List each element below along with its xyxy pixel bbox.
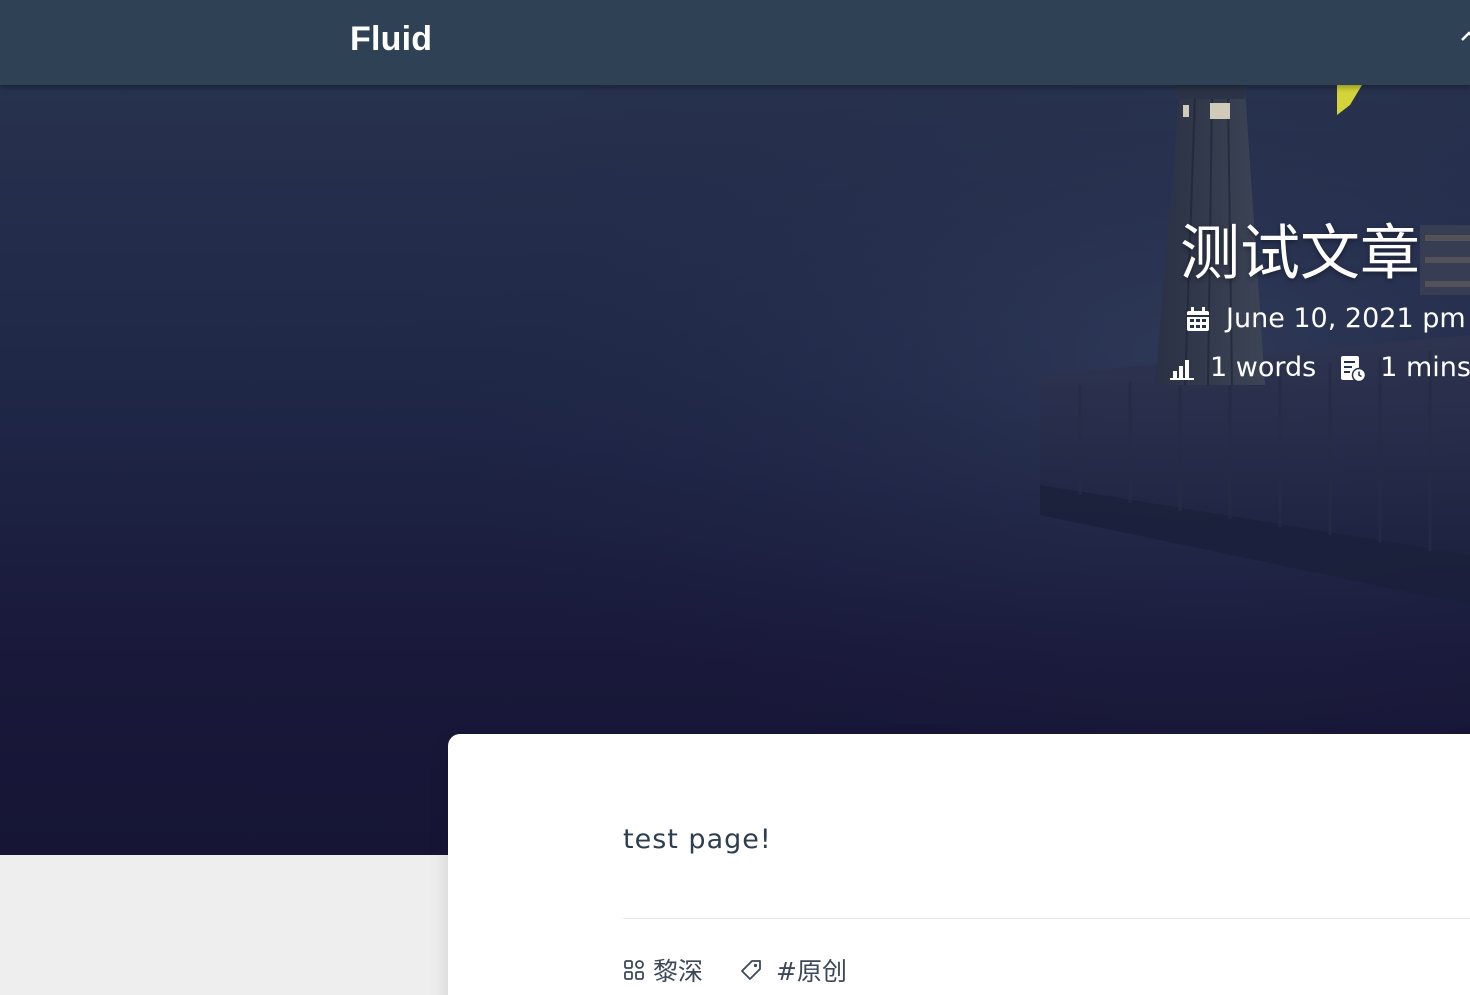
post-word-count: 1 words <box>1210 352 1317 383</box>
site-brand-link[interactable]: Fluid <box>350 20 432 59</box>
top-navbar: Fluid <box>0 0 1470 85</box>
post-category: 黎深 <box>623 952 703 988</box>
bar-chart-icon <box>1170 359 1194 380</box>
category-link[interactable]: 黎深 <box>653 952 703 988</box>
article-content: test page! <box>623 824 772 855</box>
reading-time-icon <box>1341 355 1367 382</box>
tag-icon <box>741 960 761 980</box>
post-title: 测试文章 <box>1180 219 1420 289</box>
post-read-time: 1 mins <box>1380 352 1470 383</box>
post-date-row: June 10, 2021 pm <box>1184 303 1466 334</box>
article-divider <box>623 918 1470 919</box>
page: Fluid 测试文章 June 10, 2021 pm 1 words 1 mi… <box>0 0 1470 995</box>
tag-link[interactable]: #原创 <box>776 952 847 988</box>
article-card: test page! 黎深 #原创 <box>448 734 1470 995</box>
post-date: June 10, 2021 pm <box>1226 303 1466 334</box>
home-icon[interactable] <box>1460 30 1470 50</box>
post-stats-row: 1 words 1 mins <box>1168 352 1470 383</box>
category-icon <box>624 960 644 980</box>
post-tag: #原创 <box>740 952 847 988</box>
calendar-icon <box>1187 306 1209 331</box>
